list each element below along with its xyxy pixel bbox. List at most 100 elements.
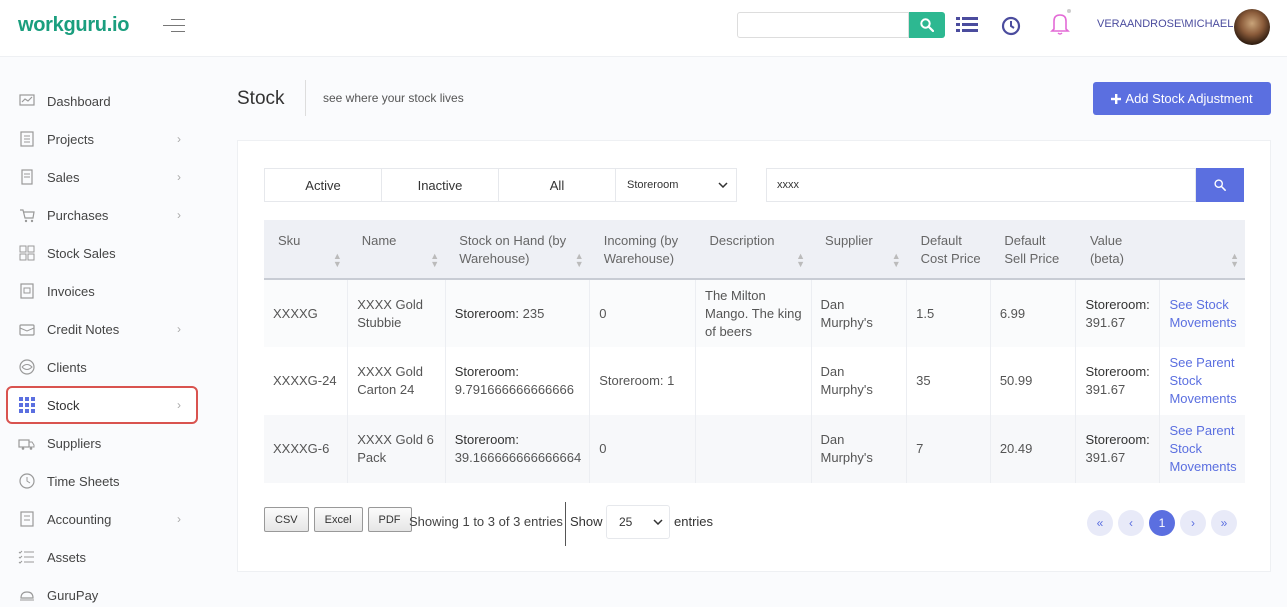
sidebar-item-assets[interactable]: Assets — [0, 538, 210, 576]
warehouse-label: Storeroom: — [1085, 364, 1150, 379]
plus-icon — [1111, 93, 1122, 104]
prev-page-button[interactable]: ‹ — [1118, 510, 1144, 536]
sidebar-item-purchases[interactable]: Purchases › — [0, 196, 210, 234]
column-header-label: Default Sell Price — [1004, 233, 1060, 266]
column-header[interactable]: Sku ▲ ▼ — [264, 220, 348, 280]
column-header[interactable]: ▲ ▼ — [1159, 220, 1245, 280]
sort-icon[interactable]: ▲ ▼ — [575, 252, 584, 269]
accounting-icon — [18, 510, 36, 528]
assets-icon — [18, 548, 36, 566]
sidebar-item-invoices[interactable]: Invoices — [0, 272, 210, 310]
pdf-export-button[interactable]: PDF — [367, 507, 412, 532]
incoming-cell: 0 — [589, 279, 696, 347]
excel-export-button[interactable]: Excel — [313, 507, 363, 532]
chevron-down-icon — [718, 182, 728, 188]
cost-price-cell: 35 — [906, 347, 991, 415]
notification-bell-icon[interactable] — [1048, 8, 1072, 38]
sidebar-item-label: Sales — [47, 169, 80, 185]
column-header[interactable]: Default Sell Price — [990, 220, 1076, 280]
global-search-input[interactable] — [737, 12, 909, 38]
stock-movements-link[interactable]: See Parent Stock Movements — [1159, 415, 1245, 483]
column-header[interactable]: Default Cost Price — [906, 220, 991, 280]
clock-icon[interactable] — [1000, 15, 1022, 37]
hamburger-menu-icon[interactable] — [163, 19, 185, 35]
stock-movements-link[interactable]: See Stock Movements — [1159, 279, 1245, 347]
sidebar: Dashboard Projects › Sales › Purchases › Stock … — [0, 82, 210, 607]
warehouse-select[interactable]: Storeroom — [615, 168, 737, 202]
value-cell: Storeroom: 391.67 — [1075, 415, 1161, 483]
name-cell: XXXX Gold Stubbie — [347, 279, 446, 347]
warehouse-label: Storeroom: — [454, 364, 519, 379]
filter-bar: Active Inactive All Storeroom — [264, 168, 737, 202]
sort-icon[interactable]: ▲ ▼ — [796, 252, 805, 269]
page-size-select[interactable]: 25 — [606, 505, 670, 539]
incoming-cell: Storeroom: 1 — [589, 347, 696, 415]
column-header-label: Default Cost Price — [920, 233, 981, 266]
description-cell — [695, 347, 812, 415]
column-header[interactable]: Description ▲ ▼ — [695, 220, 812, 280]
column-header[interactable]: Value (beta) — [1075, 220, 1160, 280]
sell-price-cell: 6.99 — [990, 279, 1077, 347]
stock-movements-link[interactable]: See Parent Stock Movements — [1159, 347, 1245, 415]
column-header-label: Supplier — [825, 233, 873, 248]
stock-table: Sku ▲ ▼ Name ▲ ▼ Stock on Hand (by Warehouse) ▲… — [264, 220, 1245, 483]
table-header-row: Sku ▲ ▼ Name ▲ ▼ Stock on Hand (by Warehouse) ▲… — [264, 220, 1245, 280]
sidebar-item-credit-notes[interactable]: Credit Notes › — [0, 310, 210, 348]
stock-search-button[interactable] — [1196, 168, 1244, 202]
showing-entries-text: Showing 1 to 3 of 3 entries — [409, 514, 563, 529]
sidebar-item-stock-sales[interactable]: Stock Sales — [0, 234, 210, 272]
gurupay-icon — [18, 586, 36, 604]
username[interactable]: VERAANDROSE\MICHAEL — [1097, 18, 1233, 30]
column-header[interactable]: Incoming (by Warehouse) — [589, 220, 696, 280]
warehouse-label: Storeroom: — [454, 432, 519, 447]
sort-icon[interactable]: ▲ ▼ — [333, 252, 342, 269]
last-page-button[interactable]: » — [1211, 510, 1237, 536]
entries-label: entries — [674, 514, 714, 529]
chevron-right-icon: › — [1191, 516, 1195, 530]
stock-search-input[interactable]: xxxx — [766, 168, 1196, 202]
export-buttons: CSV Excel PDF — [264, 507, 412, 532]
column-header-label: Value (beta) — [1089, 233, 1124, 266]
credit-notes-icon — [18, 320, 36, 338]
page-title: Stock — [237, 88, 285, 109]
column-header[interactable]: Supplier ▲ ▼ — [811, 220, 907, 280]
filter-active-button[interactable]: Active — [264, 168, 382, 202]
column-header[interactable]: Name ▲ ▼ — [347, 220, 446, 280]
stock-sales-icon — [18, 244, 36, 262]
sidebar-item-projects[interactable]: Projects › — [0, 120, 210, 158]
global-search-button[interactable] — [909, 12, 945, 38]
sort-icon[interactable]: ▲ ▼ — [1230, 252, 1239, 269]
sku-cell: XXXXG-6 — [264, 415, 349, 483]
warehouse-value: 391.67 — [1085, 314, 1126, 330]
list-view-icon[interactable] — [955, 14, 979, 36]
page-subtitle: see where your stock lives — [323, 91, 464, 105]
purchases-icon — [18, 206, 36, 224]
next-page-button[interactable]: › — [1180, 510, 1206, 536]
sidebar-item-stock[interactable]: Stock › — [6, 386, 198, 424]
stock-grid-icon — [18, 396, 36, 414]
filter-inactive-button[interactable]: Inactive — [381, 168, 499, 202]
sidebar-item-accounting[interactable]: Accounting › — [0, 500, 210, 538]
sidebar-item-clients[interactable]: Clients — [0, 348, 210, 386]
csv-export-button[interactable]: CSV — [264, 507, 309, 532]
avatar[interactable] — [1234, 9, 1270, 45]
filter-all-button[interactable]: All — [498, 168, 616, 202]
add-stock-adjustment-button[interactable]: Add Stock Adjustment — [1093, 82, 1271, 115]
column-header[interactable]: Stock on Hand (by Warehouse) ▲ ▼ — [445, 220, 590, 280]
sort-icon[interactable]: ▲ ▼ — [892, 252, 901, 269]
description-cell — [695, 415, 812, 483]
sidebar-item-sales[interactable]: Sales › — [0, 158, 210, 196]
logo[interactable]: workguru.io — [18, 14, 129, 37]
warehouse-label: Storeroom: — [454, 305, 519, 321]
first-page-button[interactable]: « — [1087, 510, 1113, 536]
sidebar-item-gurupay[interactable]: GuruPay — [0, 576, 210, 607]
sidebar-item-label: Accounting — [47, 511, 112, 527]
page-button-current[interactable]: 1 — [1149, 510, 1175, 536]
sort-icon[interactable]: ▲ ▼ — [430, 252, 439, 269]
sidebar-item-label: Stock — [47, 397, 80, 413]
incoming-cell: 0 — [589, 415, 696, 483]
invoices-icon — [18, 282, 36, 300]
sidebar-item-suppliers[interactable]: Suppliers — [0, 424, 210, 462]
sidebar-item-time-sheets[interactable]: Time Sheets — [0, 462, 210, 500]
sidebar-item-dashboard[interactable]: Dashboard — [0, 82, 210, 120]
